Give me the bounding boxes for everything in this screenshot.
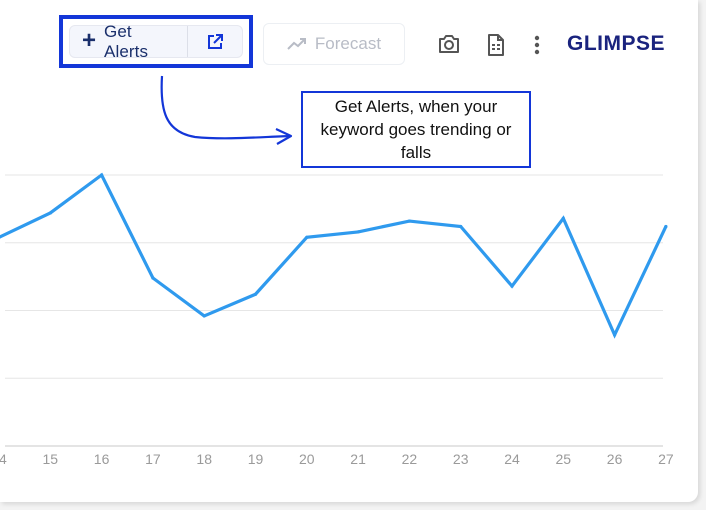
x-tick-label: 19 [248, 451, 264, 467]
x-tick-label: 21 [350, 451, 366, 467]
x-tick-label: 14 [0, 451, 7, 467]
data-point [613, 333, 617, 337]
data-point [510, 284, 514, 288]
x-tick-label: 25 [556, 451, 572, 467]
x-tick-label: 16 [94, 451, 110, 467]
data-point [151, 276, 155, 280]
data-point [561, 216, 565, 220]
x-tick-label: 26 [607, 451, 623, 467]
grid-lines [5, 174, 663, 447]
data-point [48, 211, 52, 215]
x-tick-label: 23 [453, 451, 469, 467]
data-point [664, 224, 668, 229]
data-point [407, 219, 411, 223]
x-tick-label: 22 [402, 451, 418, 467]
x-tick-label: 15 [43, 451, 59, 467]
series-group [0, 172, 668, 339]
x-tick-label: 27 [658, 451, 674, 467]
data-point [253, 292, 258, 296]
x-tick-label: 18 [196, 451, 212, 467]
data-point [459, 224, 463, 229]
callout-arrow [160, 75, 291, 140]
x-tick-label: 20 [299, 451, 315, 467]
x-tick-label: 17 [145, 451, 161, 467]
data-point [305, 235, 309, 239]
x-axis-ticks: 14 15 16 17 18 19 20 21 22 23 24 25 26 27 [0, 451, 674, 467]
data-point [100, 173, 104, 177]
chart-card: + Get Alerts Forecast GLIMPSE 4 15 16 17… [0, 0, 698, 502]
trend-chart: 14 15 16 17 18 19 20 21 22 23 24 25 26 27 [0, 75, 674, 467]
x-tick-label: 24 [504, 451, 520, 467]
alert-callout: Get Alerts, when your keyword goes trend… [301, 91, 531, 168]
data-point [202, 314, 206, 318]
data-point [356, 230, 360, 234]
